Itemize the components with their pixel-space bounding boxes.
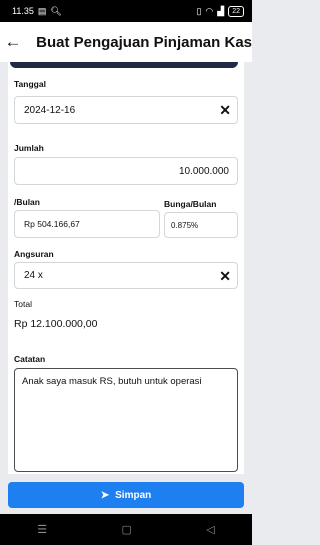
total-value: Rp 12.100.000,00 — [14, 318, 98, 330]
tanggal-value: 2024-12-16 — [24, 104, 76, 116]
system-nav-bar: ☰ ▢ ◁ — [0, 514, 252, 545]
bunga-label: Bunga/Bulan — [164, 199, 217, 209]
bunga-field: 0.875% — [164, 212, 238, 238]
app-bar: ← Buat Pengajuan Pinjaman Kas — [0, 22, 252, 62]
clear-tanggal-icon[interactable]: ✕ — [219, 103, 231, 117]
search-status-icon: 🔍︎ — [50, 5, 62, 16]
bunga-value: 0.875% — [171, 220, 199, 230]
back-arrow-icon[interactable]: ← — [0, 32, 26, 52]
jumlah-field[interactable]: 10.000.000 — [14, 157, 238, 185]
signal-icon: ▟ — [217, 5, 225, 16]
jumlah-value: 10.000.000 — [178, 165, 229, 177]
battery-icon: 22 — [228, 5, 244, 17]
clear-angsuran-icon[interactable]: ✕ — [219, 269, 231, 283]
wifi-icon: ◠ — [205, 5, 214, 16]
tanggal-label: Tanggal — [14, 79, 46, 89]
angsuran-field[interactable]: 24 x ✕ — [14, 262, 238, 289]
send-icon: ➤ — [100, 489, 110, 501]
save-button[interactable]: ➤ Simpan — [8, 482, 244, 508]
recents-icon[interactable]: ☰ — [37, 523, 47, 536]
catatan-label: Catatan — [14, 354, 46, 364]
page-title: Buat Pengajuan Pinjaman Kas — [36, 33, 252, 51]
header-strip — [10, 62, 238, 68]
total-label: Total — [14, 299, 32, 309]
status-time: 11.35 — [12, 6, 34, 16]
tanggal-field[interactable]: 2024-12-16 ✕ — [14, 96, 238, 124]
status-bar: 11.35 ▤ 🔍︎ ▯ ◠ ▟ 22 — [0, 0, 252, 22]
angsuran-value: 24 x — [24, 270, 43, 281]
bulan-field: Rp 504.166,67 — [14, 210, 160, 238]
home-icon[interactable]: ▢ — [121, 523, 131, 536]
vibrate-icon: ▯ — [196, 5, 202, 16]
back-nav-icon[interactable]: ◁ — [206, 523, 214, 536]
bulan-label: /Bulan — [14, 197, 40, 207]
save-label: Simpan — [115, 489, 152, 501]
jumlah-label: Jumlah — [14, 143, 44, 153]
notification-icon: ▤ — [37, 5, 47, 16]
bulan-value: Rp 504.166,67 — [24, 219, 80, 229]
angsuran-label: Angsuran — [14, 249, 54, 259]
catatan-textarea[interactable]: Anak saya masuk RS, butuh untuk operasi — [14, 368, 238, 472]
